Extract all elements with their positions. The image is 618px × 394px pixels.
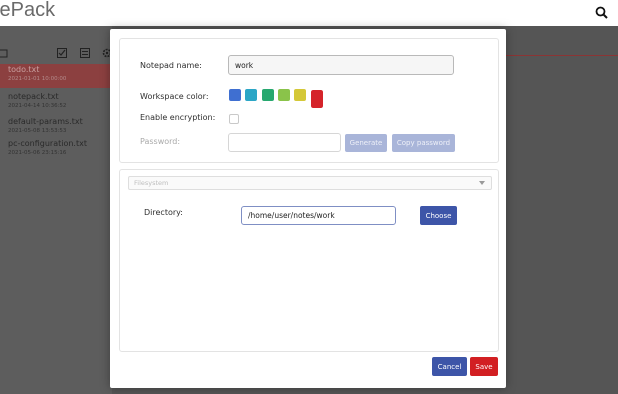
note-date: 2021-04-14 10:36:52 — [8, 103, 67, 109]
note-name: default-params.txt — [8, 117, 83, 126]
notepad-name-input[interactable]: work — [228, 55, 454, 75]
note-item[interactable]: pc-configuration.txt 2021-05-06 23:15:16 — [0, 138, 112, 162]
header-divider — [505, 55, 618, 56]
app-title: tePack — [0, 0, 56, 21]
choose-directory-button[interactable]: Choose — [420, 206, 457, 225]
enable-encryption-checkbox[interactable] — [229, 114, 239, 124]
note-item[interactable]: notepack.txt 2021-04-14 10:36:52 — [0, 91, 112, 115]
note-date: 2021-05-08 13:53:53 — [8, 128, 67, 134]
color-swatch-teal[interactable] — [245, 89, 257, 101]
note-date: 2021-01-01 10:00:00 — [8, 76, 67, 82]
notepad-settings-dialog: Notepad name: work Workspace color: Enab… — [110, 29, 506, 388]
notepad-name-label: Notepad name: — [140, 61, 202, 70]
sidebar: todo.txt 2021-01-01 10:00:00 notepack.tx… — [0, 26, 112, 394]
password-input[interactable] — [228, 133, 341, 152]
generate-button[interactable]: Generate — [345, 134, 387, 152]
save-button[interactable]: Save — [470, 357, 498, 376]
note-item[interactable]: todo.txt 2021-01-01 10:00:00 — [0, 64, 112, 88]
folder-icon[interactable] — [0, 44, 8, 58]
file-icon — [0, 67, 6, 75]
password-label: Password: — [140, 137, 181, 146]
sidebar-toolbar — [0, 44, 112, 62]
chevron-down-icon — [479, 181, 485, 185]
color-swatch-red[interactable] — [310, 89, 324, 109]
cancel-button[interactable]: Cancel — [432, 357, 467, 376]
color-swatch-green[interactable] — [262, 89, 274, 101]
note-name: todo.txt — [8, 65, 40, 74]
app-header: tePack — [0, 0, 618, 26]
color-swatch-lime[interactable] — [278, 89, 290, 101]
notepad-settings-card: Notepad name: work Workspace color: Enab… — [119, 38, 499, 163]
directory-label: Directory: — [144, 208, 183, 217]
checkbox-icon[interactable] — [56, 44, 68, 58]
storage-settings-card: Filesystem Directory: /home/user/notes/w… — [119, 169, 499, 352]
note-name: notepack.txt — [8, 92, 59, 101]
list-icon[interactable] — [79, 44, 91, 58]
note-item[interactable]: default-params.txt 2021-05-08 13:53:53 — [0, 116, 112, 140]
storage-select[interactable]: Filesystem — [128, 176, 492, 190]
search-icon[interactable] — [594, 5, 610, 21]
enable-encryption-label: Enable encryption: — [140, 113, 216, 122]
storage-select-value: Filesystem — [134, 179, 169, 187]
copy-password-button[interactable]: Copy password — [392, 134, 455, 152]
color-swatch-blue[interactable] — [229, 89, 241, 101]
note-date: 2021-05-06 23:15:16 — [8, 150, 67, 156]
note-name: pc-configuration.txt — [8, 139, 87, 148]
workspace-color-label: Workspace color: — [140, 92, 209, 101]
directory-input[interactable]: /home/user/notes/work — [241, 206, 396, 225]
color-swatch-yellow[interactable] — [294, 89, 306, 101]
